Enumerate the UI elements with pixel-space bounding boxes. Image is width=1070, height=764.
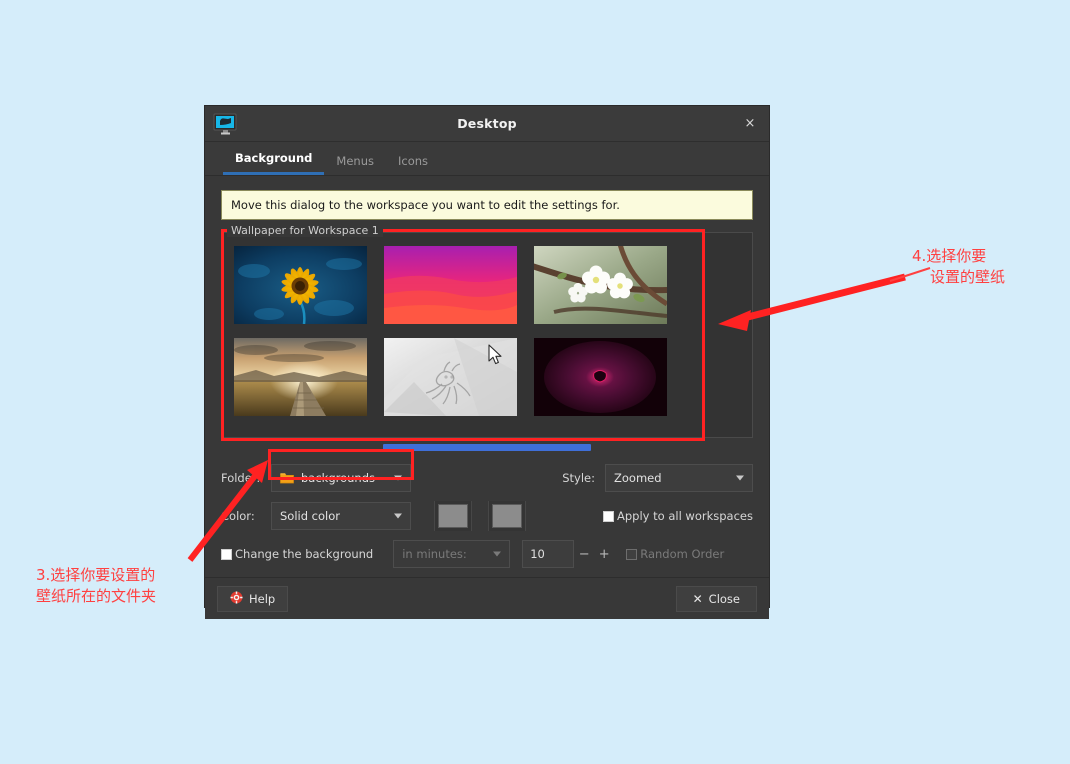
tab-background[interactable]: Background xyxy=(223,151,325,175)
wallpaper-horizontal-scrollbar[interactable] xyxy=(383,444,591,451)
color-swatch-1[interactable] xyxy=(434,501,472,531)
change-background-label: Change the background xyxy=(235,547,374,561)
folder-value: backgrounds xyxy=(301,471,376,485)
chevron-down-icon xyxy=(493,551,502,557)
folder-label: Folder: xyxy=(221,471,261,485)
wallpaper-thumb-dark-magenta-vignette[interactable] xyxy=(534,338,667,416)
wallpaper-grid xyxy=(234,246,740,416)
checkbox-box[interactable] xyxy=(626,548,638,560)
color-mode-value: Solid color xyxy=(280,509,340,523)
button-bar: Help ✕ Close xyxy=(205,577,769,619)
dialog-content: Move this dialog to the workspace you wa… xyxy=(205,176,769,577)
random-order-label: Random Order xyxy=(640,547,725,561)
wallpaper-group: Wallpaper for Workspace 1 xyxy=(221,224,753,451)
window-title: Desktop xyxy=(457,116,517,131)
desktop-settings-dialog: Desktop × Background Menus Icons Move th… xyxy=(204,105,770,619)
interval-value: 10 xyxy=(530,547,545,561)
apply-all-workspaces-label: Apply to all workspaces xyxy=(617,509,753,523)
info-banner: Move this dialog to the workspace you wa… xyxy=(221,190,753,220)
tab-bar: Background Menus Icons xyxy=(205,142,769,176)
chevron-down-icon xyxy=(736,475,744,481)
tab-icons[interactable]: Icons xyxy=(386,154,440,175)
chevron-down-icon xyxy=(394,475,402,481)
window-close-button[interactable]: × xyxy=(741,115,759,133)
wallpaper-group-legend: Wallpaper for Workspace 1 xyxy=(227,224,383,237)
color-swatch-2[interactable] xyxy=(488,501,526,531)
style-value: Zoomed xyxy=(614,471,662,485)
help-button-label: Help xyxy=(249,591,276,606)
color-mode-dropdown[interactable]: Solid color xyxy=(271,502,411,530)
annotation-leader-line-right xyxy=(889,267,931,282)
close-button[interactable]: ✕ Close xyxy=(675,585,757,612)
change-background-checkbox[interactable]: Change the background xyxy=(221,547,373,561)
color-row: Color: Solid color Apply to all workspac… xyxy=(221,501,753,531)
interval-increment-button[interactable]: + xyxy=(594,547,614,562)
title-bar[interactable]: Desktop × xyxy=(205,106,769,142)
style-label: Style: xyxy=(562,471,595,485)
monitor-icon xyxy=(205,112,238,136)
change-background-row: Change the background in minutes: 10 − +… xyxy=(221,539,753,569)
wallpaper-thumb-sunflower-blue[interactable] xyxy=(234,246,367,324)
color-label: Color: xyxy=(221,509,255,523)
wallpaper-thumb-cherry-blossom[interactable] xyxy=(534,246,667,324)
chevron-down-icon xyxy=(394,513,402,519)
wallpaper-thumb-pink-gradient[interactable] xyxy=(384,246,517,324)
checkbox-box[interactable] xyxy=(603,510,615,522)
checkbox-box[interactable] xyxy=(221,548,232,560)
interval-decrement-button[interactable]: − xyxy=(574,547,594,562)
wallpaper-thumb-sunset-road[interactable] xyxy=(234,338,367,416)
random-order-checkbox[interactable]: Random Order xyxy=(626,547,724,561)
folder-icon xyxy=(280,472,301,484)
lifesaver-icon xyxy=(230,590,243,607)
apply-all-workspaces-checkbox[interactable]: Apply to all workspaces xyxy=(603,509,753,523)
background-controls: Folder: backgrounds Style: Zoomed Color:… xyxy=(221,463,753,569)
interval-unit-value: in minutes: xyxy=(402,547,467,561)
help-button[interactable]: Help xyxy=(217,585,289,612)
wallpaper-thumb-grayscale-abstract[interactable] xyxy=(384,338,517,416)
style-dropdown[interactable]: Zoomed xyxy=(605,464,753,492)
annotation-note-4: 4.选择你要 设置的壁纸 xyxy=(912,247,1006,286)
close-button-label: Close xyxy=(708,591,740,606)
interval-value-input[interactable]: 10 xyxy=(522,540,575,568)
folder-row: Folder: backgrounds Style: Zoomed xyxy=(221,463,753,493)
interval-unit-dropdown[interactable]: in minutes: xyxy=(393,540,511,568)
scrollbar-thumb[interactable] xyxy=(383,444,591,451)
wallpaper-frame xyxy=(221,232,753,438)
cross-icon: ✕ xyxy=(692,591,703,606)
annotation-note-3: 3.选择你要设置的 壁纸所在的文件夹 xyxy=(36,566,157,605)
folder-dropdown[interactable]: backgrounds xyxy=(271,464,411,492)
tab-menus[interactable]: Menus xyxy=(324,154,386,175)
